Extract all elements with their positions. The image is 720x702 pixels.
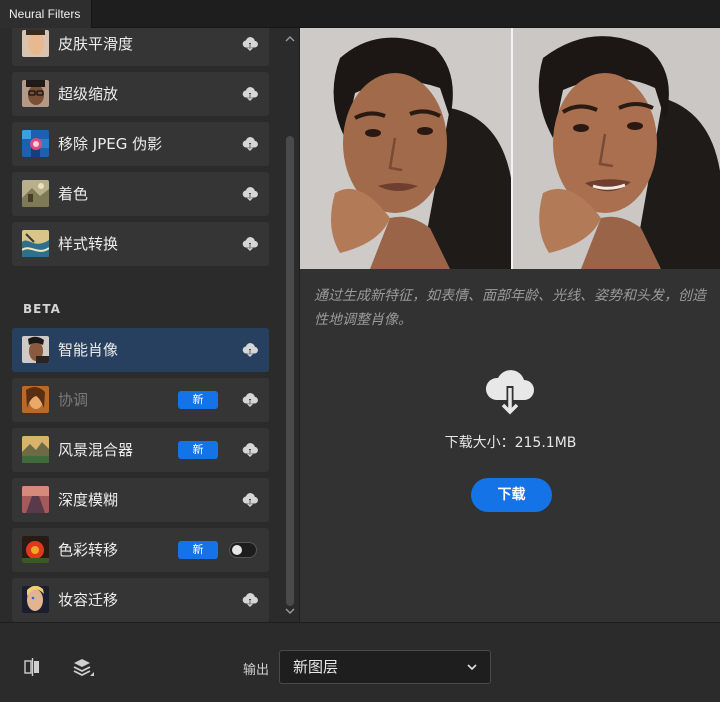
filter-label: 着色 (58, 185, 89, 203)
cloud-download-icon[interactable] (241, 441, 259, 459)
download-size: 下载大小：215.1MB (444, 435, 577, 451)
cloud-download-icon[interactable] (241, 235, 259, 253)
output-label: 输出 (243, 663, 270, 678)
skin-smoothing-thumbnail (22, 30, 49, 57)
cloud-download-large-icon (485, 370, 534, 418)
filter-item-style-transfer[interactable]: 样式转换 (12, 222, 269, 266)
scroll-thumb[interactable] (286, 136, 294, 606)
beta-section-title: BETA (23, 302, 61, 316)
title-bar: Neural Filters (0, 0, 720, 28)
new-badge: 新 (178, 391, 218, 409)
chevron-down-icon[interactable] (283, 604, 297, 618)
cloud-download-icon[interactable] (241, 391, 259, 409)
cloud-download-icon[interactable] (241, 135, 259, 153)
makeup-transfer-thumbnail (22, 586, 49, 613)
output-select[interactable]: 新图层 (279, 650, 491, 684)
panel-tab-neural-filters[interactable]: Neural Filters (0, 0, 92, 28)
filter-detail-panel: 通过生成新特征，如表情、面部年龄、光线、姿势和头发，创造性地调整肖像。 下载大小… (299, 28, 720, 622)
filter-label: 超级缩放 (58, 85, 119, 103)
filter-item-skin-smoothing[interactable]: 皮肤平滑度 (12, 28, 269, 66)
filter-label: 风景混合器 (58, 441, 134, 459)
filter-list-scrollbar[interactable] (283, 28, 297, 622)
compare-preview-icon[interactable] (22, 657, 42, 677)
cloud-download-icon[interactable] (241, 85, 259, 103)
filter-item-smart-portrait[interactable]: 智能肖像 (12, 328, 269, 372)
filter-label: 妆容迁移 (58, 591, 119, 609)
filter-label: 智能肖像 (58, 341, 119, 359)
filter-list: 皮肤平滑度 超级缩放 移除 JPEG 伪影 着色 样式转换 BETA 智能肖像 … (0, 28, 298, 622)
style-transfer-thumbnail (22, 230, 49, 257)
cloud-download-icon[interactable] (241, 35, 259, 53)
landscape-mixer-thumbnail (22, 436, 49, 463)
new-badge: 新 (178, 541, 218, 559)
output-select-value: 新图层 (293, 658, 339, 676)
filter-item-harmonization[interactable]: 协调 新 (12, 378, 269, 422)
harmonization-thumbnail (22, 386, 49, 413)
cloud-download-icon[interactable] (241, 341, 259, 359)
cloud-download-icon[interactable] (241, 591, 259, 609)
filter-item-depth-blur[interactable]: 深度模糊 (12, 478, 269, 522)
filter-item-colorize[interactable]: 着色 (12, 172, 269, 216)
color-transfer-toggle[interactable] (229, 542, 257, 558)
filter-description: 通过生成新特征，如表情、面部年龄、光线、姿势和头发，创造性地调整肖像。 (314, 288, 706, 328)
filter-label: 深度模糊 (58, 491, 119, 509)
filter-label: 移除 JPEG 伪影 (58, 135, 163, 153)
filter-item-jpeg-artifacts[interactable]: 移除 JPEG 伪影 (12, 122, 269, 166)
cloud-download-icon[interactable] (241, 491, 259, 509)
filter-item-super-zoom[interactable]: 超级缩放 (12, 72, 269, 116)
color-transfer-thumbnail (22, 536, 49, 563)
bottom-toolbar: 输出 新图层 (0, 622, 720, 702)
cloud-download-icon[interactable] (241, 185, 259, 203)
filter-label: 样式转换 (58, 235, 119, 253)
chevron-up-icon[interactable] (283, 32, 297, 46)
filter-item-landscape-mixer[interactable]: 风景混合器 新 (12, 428, 269, 472)
new-badge: 新 (178, 441, 218, 459)
jpeg-artifacts-thumbnail (22, 130, 49, 157)
super-zoom-thumbnail (22, 80, 49, 107)
colorize-thumbnail (22, 180, 49, 207)
smart-portrait-thumbnail (22, 336, 49, 363)
layers-icon[interactable] (72, 656, 96, 680)
portrait-before-image (300, 28, 511, 269)
filter-item-color-transfer[interactable]: 色彩转移 新 (12, 528, 269, 572)
depth-blur-thumbnail (22, 486, 49, 513)
toggle-knob (232, 545, 242, 555)
portrait-after-image (513, 28, 720, 269)
filter-label: 协调 (58, 391, 89, 409)
before-after-preview (300, 28, 720, 269)
filter-label: 色彩转移 (58, 541, 119, 559)
chevron-down-icon (467, 664, 477, 671)
filter-item-makeup-transfer[interactable]: 妆容迁移 (12, 578, 269, 622)
download-button[interactable]: 下载 (471, 478, 552, 512)
filter-label: 皮肤平滑度 (58, 35, 134, 53)
